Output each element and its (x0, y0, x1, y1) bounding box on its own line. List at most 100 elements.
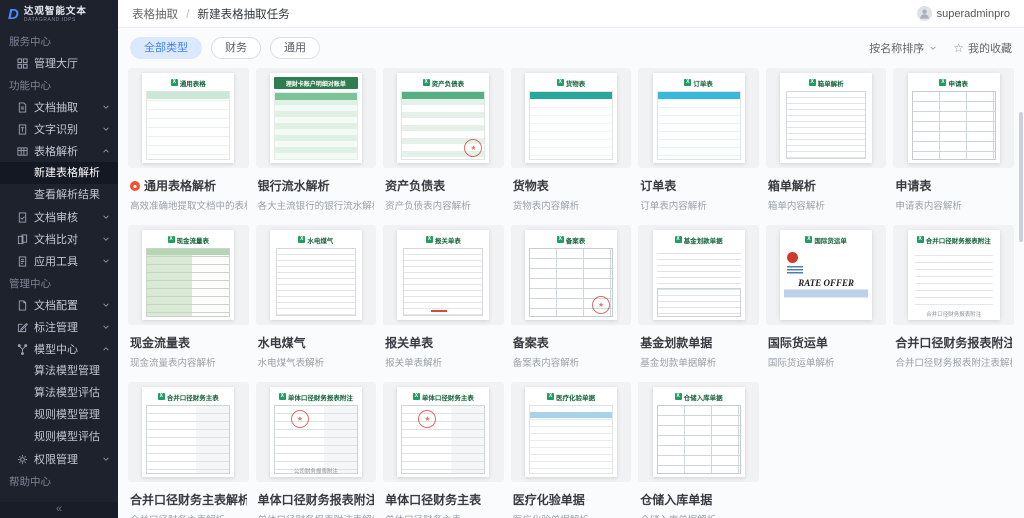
card-title: 资产负债表 (385, 179, 446, 193)
card-title: 合并口径财务主表解析 (130, 493, 247, 507)
excel-icon: X (805, 236, 813, 243)
sidebar-subitem[interactable]: 算法模型管理 (0, 360, 118, 382)
preview-table (656, 405, 741, 474)
star-icon: ☆ (953, 41, 964, 55)
sidebar-item[interactable]: 文档抽取 (0, 96, 118, 118)
card-subtitle: 高效准确地提取文档中的表格元素 (130, 201, 247, 212)
card-subtitle: 仓储入库单据解析 (640, 512, 757, 518)
sidebar-item[interactable]: 文档配置 (0, 294, 118, 316)
favorites-label: 我的收藏 (968, 43, 1012, 55)
template-thumbnail: X 订单表 (638, 68, 759, 168)
document-preview-title: 现金流量表 (176, 236, 210, 245)
card-subtitle: 现金流量表内容解析 (130, 358, 216, 369)
template-card[interactable]: X 单体口径财务主表 单体口径财务主表 单体口径财务主表 (383, 382, 504, 518)
logo[interactable]: D 达观智能文本 DATAGRAND IDPS (0, 0, 118, 28)
template-thumbnail: X 基金划款单据 (638, 225, 759, 325)
stamp-mark (290, 410, 309, 428)
document-preview-title: 报关单表 (434, 236, 461, 245)
sidebar-item[interactable]: 文档比对 (0, 228, 118, 250)
document-preview: X 理财卡账户明细对账单 (269, 73, 362, 163)
sidebar-subitem[interactable]: 规则模型管理 (0, 404, 118, 426)
filter-pill[interactable]: 全部类型 (130, 37, 202, 59)
card-title: 申请表 (895, 179, 932, 193)
sidebar-item[interactable]: 管理大厅 (0, 52, 118, 74)
card-title: 银行流水解析 (257, 179, 330, 193)
sidebar-collapse-button[interactable]: « (0, 502, 118, 518)
sidebar-item[interactable]: 标注管理 (0, 316, 118, 338)
template-card[interactable]: X 备案表 备案表 备案表内容解析 (510, 225, 632, 369)
template-card[interactable]: X 箱单解析 箱单解析 箱单内容解析 (765, 68, 887, 212)
template-thumbnail: X 报关单表 (383, 225, 504, 325)
sidebar-subitem[interactable]: 新建表格解析 (0, 162, 118, 184)
sidebar-subitem[interactable]: 查看解析结果 (0, 184, 118, 206)
sidebar-item-label: 管理大厅 (34, 58, 78, 70)
favorites-toggle[interactable]: ☆ 我的收藏 (953, 40, 1012, 56)
template-thumbnail: X 理财卡账户明细对账单 (255, 68, 377, 168)
template-card[interactable]: X 货物表 货物表 货物表内容解析 (510, 68, 632, 212)
user-menu[interactable]: superadminpro (916, 6, 1010, 21)
template-card[interactable]: X 现金流量表 现金流量表 现金流量表内容解析 (128, 225, 249, 369)
filter-pill[interactable]: 财务 (211, 37, 261, 59)
preview-table (275, 248, 356, 316)
sidebar-item[interactable]: 表格解析 (0, 140, 118, 162)
template-card[interactable]: X 仓储入库单据 仓储入库单据 仓储入库单据解析 (638, 382, 759, 518)
template-card[interactable]: X 申请表 申请表 申请表内容解析 (893, 68, 1014, 212)
template-card[interactable]: X 理财卡账户明细对账单 银行流水解析 各大主流银行的银行流水解析 (255, 68, 377, 212)
template-card[interactable]: X 通用表格 通用表格解析 高效准确地提取文档中的表格元素 (128, 68, 249, 212)
template-card-grid: X 通用表格 通用表格解析 高效准确地提取文档中的表格元素 X 理财卡账户明细对… (118, 64, 1024, 518)
sort-dropdown[interactable]: 按名称排序 (869, 40, 937, 56)
excel-icon: X (556, 236, 564, 243)
card-subtitle: 各大主流银行的银行流水解析 (257, 201, 375, 212)
template-card[interactable]: X 基金划款单据 基金划款单据 基金划款单据解析 (638, 225, 759, 369)
sidebar-item[interactable]: 文档审核 (0, 206, 118, 228)
excel-icon: X (916, 236, 924, 243)
sidebar-item-label: 应用工具 (34, 256, 78, 268)
filter-pill[interactable]: 通用 (270, 37, 320, 59)
excel-icon: X (684, 79, 692, 86)
template-card[interactable]: X 水电煤气 水电煤气 水电煤气表解析 (255, 225, 377, 369)
template-card[interactable]: X 国际货运单 RATE OFFER 国际货运单 国际货运单解析 (765, 225, 887, 369)
excel-icon: X (170, 79, 178, 86)
scrollbar[interactable] (1019, 112, 1023, 242)
card-subtitle: 单体口径财务主表 (385, 512, 502, 518)
card-title: 基金划款单据 (640, 336, 713, 350)
document-preview: X 现金流量表 (142, 230, 235, 320)
sidebar-subitem[interactable]: 规则模型评估 (0, 426, 118, 448)
card-subtitle: 国际货运单解析 (767, 358, 835, 369)
template-card[interactable]: X 报关单表 报关单表 报关单表解析 (383, 225, 504, 369)
template-thumbnail: X 货物表 (510, 68, 632, 168)
document-preview-title: 合并口径财务报表附注 (925, 236, 991, 245)
card-subtitle: 申请表内容解析 (895, 201, 962, 212)
excel-icon: X (674, 393, 682, 400)
document-preview-title: 订单表 (693, 79, 713, 88)
template-card[interactable]: X 资产负债表 资产负债表 资产负债表内容解析 (383, 68, 504, 212)
preview-table (146, 248, 231, 317)
template-card[interactable]: X 合并口径财务报表附注 合并口径财务报表附注 合并口径财务报表附注 合并口径财… (893, 225, 1014, 369)
sidebar-item-label: 权限管理 (34, 454, 78, 466)
sidebar-item-label: 文字识别 (34, 124, 78, 136)
template-thumbnail: X 医疗化验单据 (510, 382, 632, 482)
sidebar-item[interactable]: 权限管理 (0, 448, 118, 470)
template-card[interactable]: X 合并口径财务主表 合并口径财务主表解析 合并口径财务主表解析 (128, 382, 249, 518)
main-content: 全部类型 财务 通用 按名称排序 ☆ 我的收藏 X 通用表格 通用表格解析 高效… (118, 28, 1024, 518)
sidebar-item[interactable]: 文字识别 (0, 118, 118, 140)
chevron-down-icon (102, 323, 110, 331)
breadcrumb-separator: / (186, 8, 190, 21)
sidebar-item[interactable]: 模型中心 (0, 338, 118, 360)
preview-table (656, 248, 741, 317)
audit-icon (17, 211, 28, 223)
template-card[interactable]: X 医疗化验单据 医疗化验单据 医疗化验单据解析 (510, 382, 632, 518)
template-thumbnail: X 水电煤气 (255, 225, 377, 325)
gear-icon (17, 454, 28, 465)
breadcrumb-section[interactable]: 表格抽取 (132, 9, 178, 21)
document-preview: X 国际货运单 RATE OFFER (780, 230, 873, 320)
document-preview: X 单体口径财务主表 (397, 387, 490, 477)
preview-table (403, 248, 484, 316)
sidebar-item[interactable]: 应用工具 (0, 250, 118, 272)
sidebar-subitem[interactable]: 算法模型评估 (0, 382, 118, 404)
template-card[interactable]: X 订单表 订单表 订单表内容解析 (638, 68, 759, 212)
template-card[interactable]: X 单体口径财务报表附注 公司财务报表附注 单体口径财务报表附注 单体口径财务报… (255, 382, 377, 518)
rate-offer-text: RATE OFFER (798, 278, 855, 289)
topbar: 表格抽取 / 新建表格抽取任务 superadminpro (118, 0, 1024, 28)
template-thumbnail: X 资产负债表 (383, 68, 504, 168)
